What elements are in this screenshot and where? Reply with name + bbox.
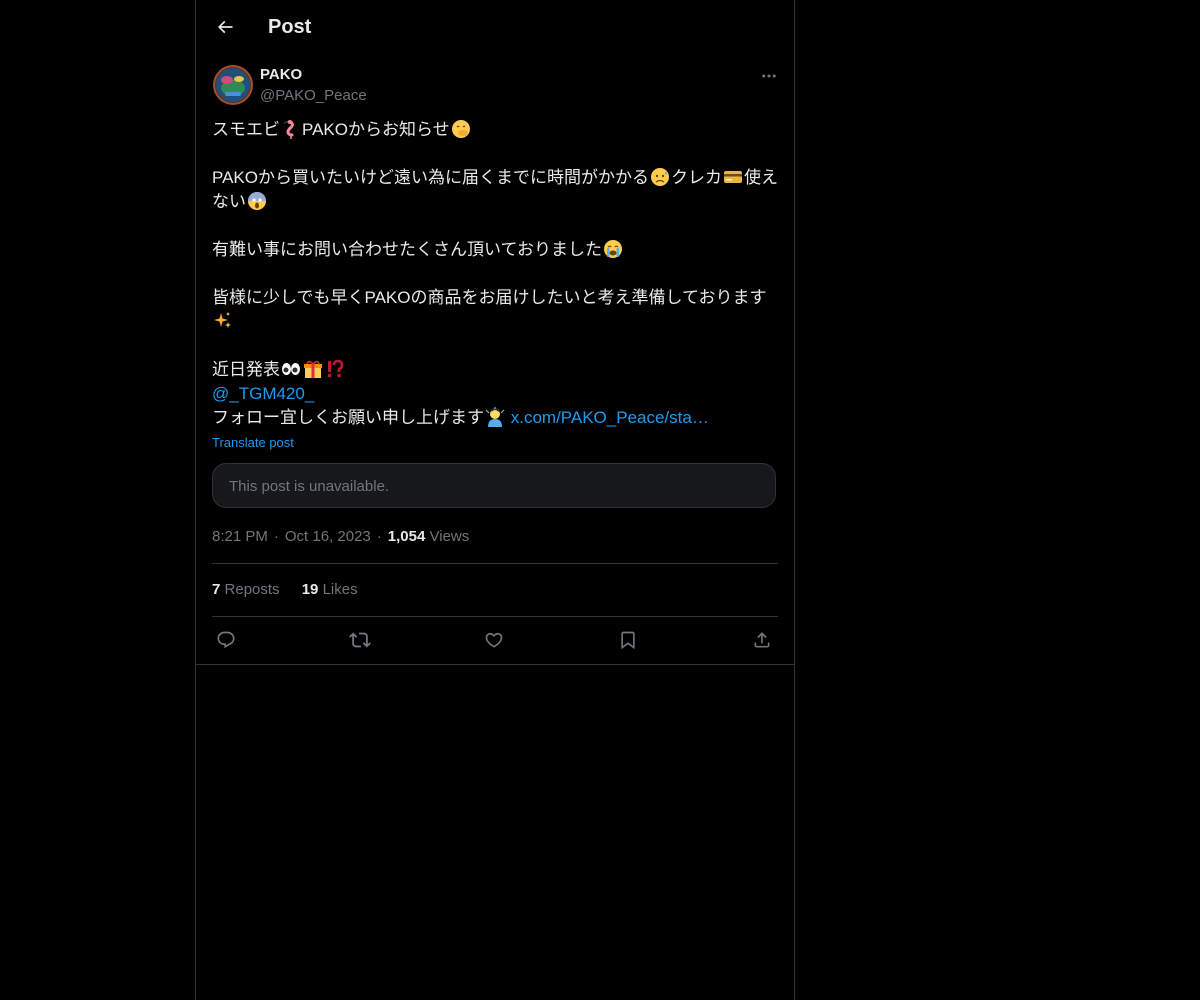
- post-text-line-1b: PAKOからお知らせ: [302, 120, 450, 139]
- arrow-left-icon: [217, 20, 233, 34]
- quoted-post-unavailable: This post is unavailable.: [212, 463, 776, 508]
- more-options-button[interactable]: [757, 64, 781, 88]
- heart-icon: [485, 632, 503, 648]
- credit-card-emoji-icon: [723, 171, 742, 183]
- flamingo-emoji-icon: [283, 120, 294, 139]
- repost-icon: [349, 632, 371, 648]
- post-text-line-4: 皆様に少しでも早くPAKOの商品をお届けしたいと考え準備しております: [212, 288, 767, 307]
- bowing-person-emoji-icon: [485, 407, 505, 427]
- post-text-line-3: 有難い事にお問い合わせたくさん頂いておりました: [212, 240, 602, 259]
- translate-post-link[interactable]: Translate post: [212, 434, 294, 452]
- back-button[interactable]: [208, 10, 242, 44]
- author-name[interactable]: PAKO: [260, 65, 302, 85]
- sparkles-emoji-icon: [214, 312, 231, 328]
- post-detail-column: Post PAKO @PAKO_Peace スモエビ PAKOからお知らせ PAK…: [195, 0, 795, 1000]
- exclamation-question-emoji-icon: [327, 359, 344, 378]
- divider: [212, 563, 778, 564]
- separator-dot: ·: [273, 528, 279, 545]
- author-handle[interactable]: @PAKO_Peace: [260, 86, 367, 106]
- post-header: Post: [196, 0, 794, 53]
- reposts-label: Reposts: [224, 581, 280, 598]
- views-count: 1,054: [387, 528, 426, 545]
- likes-stat[interactable]: 19 Likes: [302, 581, 358, 598]
- action-bar: [212, 626, 778, 654]
- crying-face-emoji-icon: [603, 240, 622, 258]
- post-text-line-2d: ない: [212, 192, 246, 211]
- sad-sweat-emoji-icon: [650, 168, 669, 186]
- bookmark-button[interactable]: [614, 626, 642, 654]
- gift-emoji-icon: [304, 360, 322, 378]
- post-text-line-2c: 使え: [743, 168, 778, 187]
- separator-dot: ·: [376, 528, 382, 545]
- reply-button[interactable]: [212, 626, 240, 654]
- screaming-face-emoji-icon: [248, 192, 266, 210]
- post-metadata: 8:21 PM · Oct 16, 2023 · 1,054 Views: [212, 527, 469, 547]
- post-stats: 7 Reposts 19 Likes: [212, 580, 376, 600]
- unavailable-text: This post is unavailable.: [229, 478, 390, 495]
- post-text-line-6: フォロー宜しくお願い申し上げます: [212, 408, 484, 427]
- post-time[interactable]: 8:21 PM: [212, 528, 268, 545]
- divider: [196, 664, 794, 665]
- mention-link[interactable]: @_TGM420_: [212, 384, 314, 403]
- views-label: Views: [429, 528, 470, 545]
- reposts-count: 7: [212, 581, 221, 598]
- post-url-link[interactable]: x.com/PAKO_Peace/sta…: [511, 408, 709, 427]
- eyes-emoji-icon: [282, 363, 300, 375]
- share-icon: [754, 632, 770, 648]
- avatar[interactable]: [213, 65, 253, 105]
- post-text-line-2: PAKOから買いたいけど遠い為に届くまでに時間がかかる: [212, 168, 649, 187]
- likes-count: 19: [301, 581, 319, 598]
- reposts-stat[interactable]: 7 Reposts: [212, 581, 280, 598]
- hand-over-mouth-emoji-icon: [451, 120, 470, 138]
- reply-icon: [217, 631, 235, 649]
- like-button[interactable]: [480, 626, 508, 654]
- likes-label: Likes: [322, 581, 358, 598]
- bookmark-icon: [621, 631, 635, 650]
- post-text-line-1: スモエビ: [212, 120, 280, 139]
- post-date[interactable]: Oct 16, 2023: [285, 528, 371, 545]
- share-button[interactable]: [748, 626, 776, 654]
- repost-button[interactable]: [346, 626, 374, 654]
- divider: [212, 616, 778, 617]
- post-text-line-5: 近日発表: [212, 360, 280, 379]
- post-text: スモエビ PAKOからお知らせ PAKOから買いたいけど遠い為に届くまでに時間がか…: [212, 118, 782, 430]
- page-title: Post: [268, 16, 312, 38]
- post-text-line-2b: クレカ: [670, 168, 722, 187]
- more-horizontal-icon: [762, 74, 776, 78]
